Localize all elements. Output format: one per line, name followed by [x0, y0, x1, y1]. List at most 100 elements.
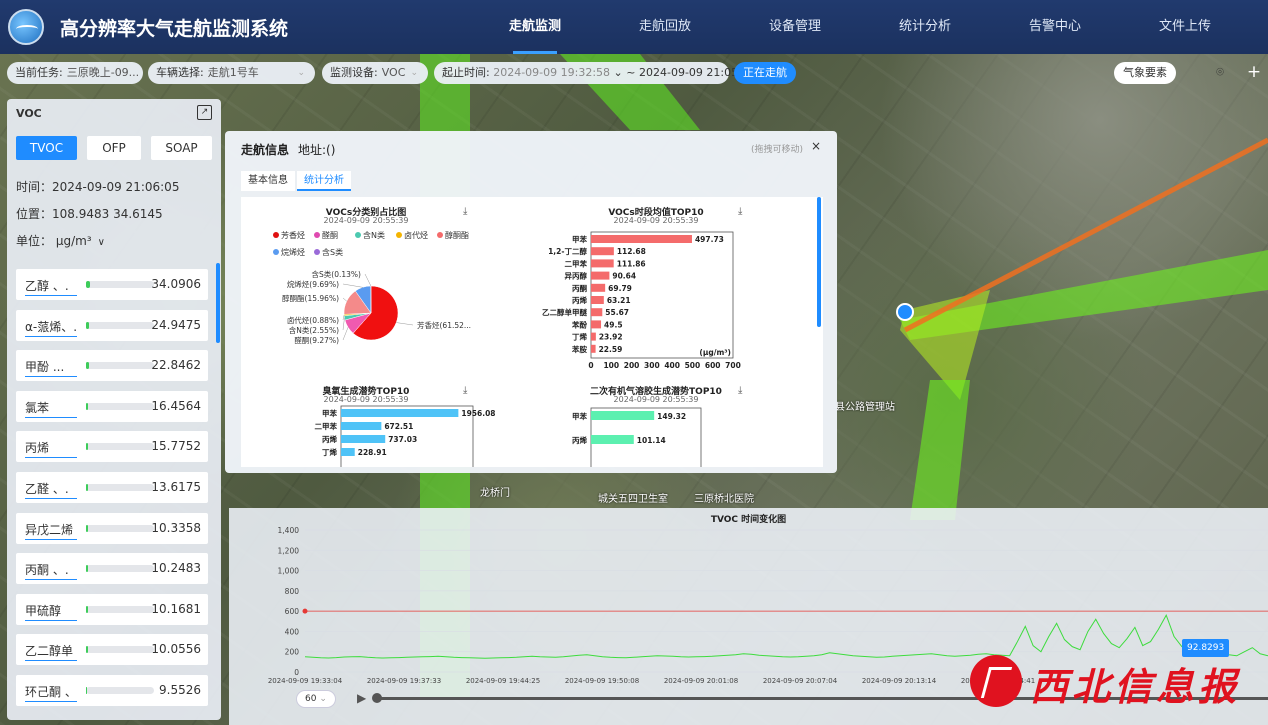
legend-item[interactable]: 含N类 [355, 230, 385, 241]
info-popup[interactable]: 走航信息 地址:() (拖拽可移动) × 基本信息 统计分析 VOCs分类别占比图… [225, 131, 837, 473]
vehicle-select[interactable]: 车辆选择: 走航1号车 ⌄ [148, 62, 315, 84]
voc-bar [86, 686, 154, 694]
panel-title: VOC [16, 107, 42, 120]
voc-list-item[interactable]: α-蒎烯、. 24.9475 [16, 309, 208, 341]
unit-label: (μg/m³) [699, 348, 731, 357]
voc-list-item[interactable]: 乙醇 、. 34.0906 [16, 269, 208, 300]
y-tick-label: 1,400 [278, 526, 300, 535]
voc-list-item[interactable]: 氯苯 16.4564 [16, 390, 208, 422]
y-tick-label: 800 [285, 587, 300, 596]
download-icon[interactable]: ⤓ [463, 385, 467, 396]
close-icon[interactable]: × [811, 139, 821, 153]
voc-list-item[interactable]: 环己酮 、 9.5526 [16, 674, 208, 706]
voc-name: 甲硫醇 [25, 602, 77, 621]
bar [591, 320, 602, 329]
bar [341, 422, 382, 430]
x-tick-label: 2024-09-09 19:50:08 [565, 677, 639, 685]
voc-bar-fill [86, 605, 88, 613]
legend-swatch [355, 232, 361, 238]
y-tick-label: 400 [285, 627, 300, 636]
tab-statistics[interactable]: 统计分析 [297, 171, 351, 191]
bar [341, 409, 459, 417]
pie-slice-label: 芳香烃(61.52... [417, 320, 471, 330]
legend-label: 含N类 [363, 231, 385, 240]
voc-list-item[interactable]: 乙醛 、. 13.6175 [16, 471, 208, 503]
zoom-in-icon[interactable]: + [1245, 62, 1263, 82]
bar-category-label: 丙烯 [572, 435, 587, 445]
play-icon[interactable]: ▶ [357, 691, 366, 705]
nav-item-upload[interactable]: 文件上传 [1120, 0, 1250, 54]
voc-bar-fill [86, 483, 89, 491]
popup-tabs: 基本信息 统计分析 [241, 171, 353, 191]
voc-value: 15.7752 [151, 439, 201, 454]
voc-list-item[interactable]: 甲硫醇 10.1681 [16, 593, 208, 625]
nav-item-alerts[interactable]: 告警中心 [990, 0, 1120, 54]
voc-bar [86, 605, 154, 613]
tab-tvoc[interactable]: TVOC [16, 136, 77, 160]
panel-scrollbar[interactable] [216, 263, 220, 343]
voc-name: 甲酚 ... [25, 358, 77, 378]
expand-icon[interactable]: ↗ [197, 105, 212, 120]
bar [341, 435, 386, 443]
voc-list-item[interactable]: 乙二醇单 10.0556 [16, 634, 208, 666]
x-tick-label: 2024-09-09 19:44:25 [466, 677, 540, 685]
voc-name: 乙二醇单 [25, 642, 77, 662]
pie-subtitle: 2024-09-09 20:55:39 [323, 216, 409, 225]
popup-scrollbar[interactable] [817, 197, 821, 327]
watermark: 西北信息报 [970, 650, 1260, 712]
speed-select[interactable]: 60 ⌄ [296, 690, 336, 708]
download-icon[interactable]: ⤓ [738, 206, 742, 217]
pie-slice-label: 醇酮酯(15.96%) [282, 293, 339, 303]
map-label: 县公路管理站 [835, 402, 895, 413]
voc-list-item[interactable]: 丙烯 15.7752 [16, 431, 208, 463]
unit-select[interactable]: 单位： μg/m³ ∨ [16, 232, 105, 249]
voc-bar-fill [86, 281, 91, 288]
popup-title: 走航信息 [241, 143, 290, 157]
tab-soap[interactable]: SOAP [151, 136, 212, 160]
location-icon[interactable]: ⌾ [1211, 64, 1229, 82]
nav-item-replay[interactable]: 走航回放 [600, 0, 730, 54]
bar-category-label: 丁烯 [572, 332, 587, 342]
voc-bar-fill [86, 321, 90, 329]
tab-ofp[interactable]: OFP [87, 136, 141, 160]
pie-slice-label: 醛酮(9.27%) [294, 335, 339, 345]
bar-value-label: 101.14 [637, 436, 666, 445]
live-status-button[interactable]: 正在走航 [734, 62, 796, 84]
legend-swatch [314, 232, 320, 238]
playback-handle[interactable] [372, 693, 382, 703]
voc-bar-fill [86, 402, 89, 410]
vehicle-marker[interactable] [896, 303, 914, 321]
bar-category-label: 乙二醇单甲醚 [542, 307, 587, 317]
vehicle-value: 走航1号车 [207, 66, 259, 79]
voc-bar [86, 524, 154, 532]
weather-button[interactable]: 气象要素 [1114, 62, 1176, 84]
bar [591, 235, 692, 243]
voc-name: 环己酮 、 [25, 683, 77, 702]
logo-icon [8, 9, 44, 45]
legend-item[interactable]: 醇酮酯 [437, 230, 469, 241]
x-tick-label: 100 [603, 361, 619, 370]
device-select[interactable]: 监测设备: VOC ⌄ [322, 62, 428, 84]
bar-category-label: 1,2-丁二醇 [548, 246, 587, 256]
legend-item[interactable]: 卤代烃 [396, 230, 428, 241]
task-select[interactable]: 当前任务: 三原晚上-09... [7, 62, 143, 84]
legend-item[interactable]: 醛酮 [314, 230, 338, 241]
voc-value: 10.2483 [151, 561, 201, 576]
time-label: 起止时间: [442, 66, 490, 79]
voc-list-item[interactable]: 丙酮 、. 10.2483 [16, 553, 208, 585]
nav-item-devices[interactable]: 设备管理 [730, 0, 860, 54]
download-icon[interactable]: ⤓ [463, 206, 467, 217]
speed-value: 60 [305, 694, 317, 704]
x-tick-label: 400 [664, 361, 680, 370]
time-range-picker[interactable]: 起止时间: 2024-09-09 19:32:58 ⌄ ~ 2024-09-09… [434, 62, 756, 84]
voc-list-item[interactable]: 异戊二烯 10.3358 [16, 512, 208, 544]
chevron-down-icon: ⌄ [410, 68, 418, 78]
tab-basic-info[interactable]: 基本信息 [241, 171, 295, 191]
download-icon[interactable]: ⤓ [738, 385, 742, 396]
nav-item-monitor[interactable]: 走航监测 [470, 0, 600, 54]
pie-slice-label: 烷烯烃(9.69%) [287, 279, 339, 289]
top-bar: 高分辨率大气走航监测系统 走航监测 走航回放 设备管理 统计分析 告警中心 文件… [0, 0, 1268, 54]
legend-item[interactable]: 芳香烃 [273, 230, 305, 241]
nav-item-stats[interactable]: 统计分析 [860, 0, 990, 54]
voc-list-item[interactable]: 甲酚 ... 22.8462 [16, 350, 208, 382]
